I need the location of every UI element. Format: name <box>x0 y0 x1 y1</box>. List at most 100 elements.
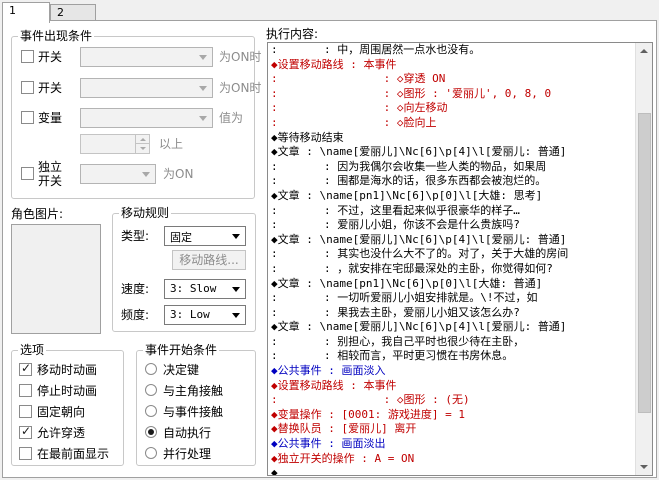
trigger-group: 事件开始条件 决定键 与主角接触 与事件接触 自动执行 并行处理 <box>136 343 256 466</box>
chevron-down-icon <box>232 313 240 318</box>
option-step-anime-checkbox[interactable] <box>19 384 32 397</box>
command-line[interactable]: : : 果我去主卧，爱丽儿小姐又该怎么办? <box>268 306 637 321</box>
command-line[interactable]: ◆替换队员 : [爱丽儿] 离开 <box>268 422 637 437</box>
variable-label: 变量 <box>38 111 63 125</box>
switch2-checkbox[interactable] <box>21 81 34 94</box>
chevron-down-icon <box>199 86 207 91</box>
trigger-player-touch-radio[interactable] <box>145 384 157 396</box>
trigger-parallel-label: 并行处理 <box>163 447 212 461</box>
movement-type-dropdown[interactable]: 固定 <box>164 226 246 246</box>
command-line[interactable]: ◆公共事件 : 画面淡出 <box>268 437 637 452</box>
self-switch-label-2: 开关 <box>38 174 63 188</box>
tab-2-label: 2 <box>57 6 64 19</box>
command-line[interactable]: : : 因为我偶尔会收集一些人类的物品，如果周 <box>268 160 637 175</box>
command-line[interactable]: ◆文章 : \name[pn1]\Nc[6]\p[0]\l[大雄: 思考] <box>268 189 637 204</box>
character-image-label: 角色图片: <box>11 207 64 221</box>
command-line[interactable]: ◆等待移动结束 <box>268 131 637 146</box>
movement-type-value: 固定 <box>170 231 192 244</box>
command-line[interactable]: : : 别担心，我自己平时也很少待在主卧， <box>268 335 637 350</box>
movement-freq-value: 3: Low <box>170 308 210 321</box>
trigger-action-radio[interactable] <box>145 363 157 375</box>
movement-speed-dropdown[interactable]: 3: Slow <box>164 279 246 299</box>
switch2-suffix: 为ON时 <box>219 81 262 95</box>
scroll-down-icon[interactable] <box>636 459 652 475</box>
switch1-checkbox[interactable] <box>21 50 34 63</box>
command-line[interactable]: ◆公共事件 : 画面淡入 <box>268 364 637 379</box>
variable-checkbox[interactable] <box>21 111 34 124</box>
switch2-dropdown[interactable] <box>80 78 213 98</box>
movement-route-button[interactable]: 移动路线... <box>172 250 246 270</box>
command-line[interactable]: ◆文章 : \name[爱丽儿]\Nc[6]\p[4]\l[爱丽儿: 普通] <box>268 320 637 335</box>
command-line[interactable]: ◆设置移动路线 : 本事件 <box>268 58 637 73</box>
vertical-scrollbar[interactable] <box>635 43 652 475</box>
chevron-down-icon <box>199 55 207 60</box>
event-contents-list[interactable]: : : 中，周围居然一点水也没有。 ◆设置移动路线 : 本事件: : ◇穿透 ON… <box>267 42 653 476</box>
trigger-event-touch-label: 与事件接触 <box>163 405 224 419</box>
command-line[interactable]: : : ◇穿透 ON <box>268 72 637 87</box>
tab-1[interactable]: 1 <box>2 2 50 23</box>
command-line[interactable]: : : 围都是海水的话，很多东西都会被泡烂的。 <box>268 174 637 189</box>
trigger-event-touch-radio[interactable] <box>145 405 157 417</box>
chevron-down-icon <box>232 287 240 292</box>
command-line[interactable]: : : 其实也没什么大不了的。对了，关于大雄的房间 <box>268 247 637 262</box>
trigger-action-label: 决定键 <box>163 363 200 377</box>
command-line[interactable]: ◆独立开关的操作 : A = ON <box>268 452 637 467</box>
command-line[interactable]: : : ◇脸向上 <box>268 116 637 131</box>
command-line[interactable]: : : ，就安排在宅邸最深处的主卧，你觉得如何? <box>268 262 637 277</box>
switch1-dropdown[interactable] <box>80 47 213 67</box>
option-through-checkbox[interactable] <box>19 424 32 439</box>
movement-speed-value: 3: Slow <box>170 282 217 295</box>
command-line[interactable]: ◆文章 : \name[爱丽儿]\Nc[6]\p[4]\l[爱丽儿: 普通] <box>268 233 637 248</box>
self-switch-label-1: 独立 <box>38 160 63 174</box>
trigger-autorun-radio[interactable] <box>145 426 157 438</box>
scroll-thumb[interactable] <box>638 113 651 413</box>
movement-group: 移动规则 类型: 固定 移动路线... 速度: 3: Slow 频度: 3: L… <box>112 206 256 332</box>
tab-1-label: 1 <box>9 4 16 17</box>
command-line[interactable]: ◆文章 : \name[爱丽儿]\Nc[6]\p[4]\l[爱丽儿: 普通] <box>268 145 637 160</box>
self-switch-checkbox[interactable] <box>21 167 34 180</box>
movement-freq-dropdown[interactable]: 3: Low <box>164 305 246 325</box>
movement-legend: 移动规则 <box>119 206 172 220</box>
trigger-parallel-radio[interactable] <box>145 447 157 459</box>
switch2-label: 开关 <box>38 81 63 95</box>
option-always-on-top-checkbox[interactable] <box>19 447 32 460</box>
variable-suffix: 值为 <box>219 111 244 125</box>
variable-dropdown[interactable] <box>80 108 213 128</box>
option-walk-anime-checkbox[interactable] <box>19 361 32 376</box>
command-line[interactable]: : : 不过，这里看起来似乎很豪华的样子… <box>268 204 637 219</box>
command-line[interactable]: ◆设置移动路线 : 本事件 <box>268 379 637 394</box>
stepper-up-icon[interactable] <box>135 135 149 144</box>
character-image-box[interactable] <box>11 224 101 334</box>
command-line[interactable]: : : ◇向左移动 <box>268 101 637 116</box>
variable-above-label: 以上 <box>159 137 184 151</box>
self-switch-suffix: 为ON <box>163 167 194 181</box>
option-through-label: 允许穿透 <box>37 426 86 440</box>
command-line[interactable]: : : 一切听爱丽儿小姐安排就是。\!不过，如 <box>268 291 637 306</box>
option-direction-fix-label: 固定朝向 <box>37 405 86 419</box>
movement-freq-label: 频度: <box>121 308 150 322</box>
trigger-autorun-label: 自动执行 <box>163 426 212 440</box>
self-switch-dropdown[interactable] <box>80 164 156 184</box>
switch1-label: 开关 <box>38 50 63 64</box>
command-line[interactable]: : : 中，周围居然一点水也没有。 <box>268 43 637 58</box>
command-line[interactable]: ◆ <box>268 466 637 475</box>
option-direction-fix-checkbox[interactable] <box>19 405 32 418</box>
stepper-down-icon[interactable] <box>135 144 149 153</box>
command-line[interactable]: : : 爱丽儿小姐，你该不会是什么贵族吗? <box>268 218 637 233</box>
command-line[interactable]: ◆文章 : \name[pn1]\Nc[6]\p[0]\l[大雄: 普通] <box>268 277 637 292</box>
event-page-panel: 事件出现条件 开关 为ON时 开关 为ON时 变量 值为 以上 独立 开关 为O… <box>2 20 657 478</box>
conditions-group: 事件出现条件 开关 为ON时 开关 为ON时 变量 值为 以上 独立 开关 为O… <box>11 29 261 199</box>
command-line[interactable]: : : 相较而言，平时更习惯在书房休息。 <box>268 349 637 364</box>
scroll-up-icon[interactable] <box>636 43 652 59</box>
event-command-lines: : : 中，周围居然一点水也没有。 ◆设置移动路线 : 本事件: : ◇穿透 ON… <box>268 43 637 475</box>
switch1-suffix: 为ON时 <box>219 50 262 64</box>
chevron-down-icon <box>142 172 150 177</box>
command-line[interactable]: : : ◇图形 : (无) <box>268 393 637 408</box>
command-line[interactable]: ◆变量操作 : [0001: 游戏进度] = 1 <box>268 408 637 423</box>
option-walk-anime-label: 移动时动画 <box>37 363 98 377</box>
command-line[interactable]: : : ◇图形 : '爱丽儿', 0, 8, 0 <box>268 87 637 102</box>
trigger-legend: 事件开始条件 <box>143 343 220 357</box>
options-legend: 选项 <box>18 343 47 357</box>
variable-value-stepper[interactable] <box>80 134 150 154</box>
chevron-down-icon <box>232 234 240 239</box>
